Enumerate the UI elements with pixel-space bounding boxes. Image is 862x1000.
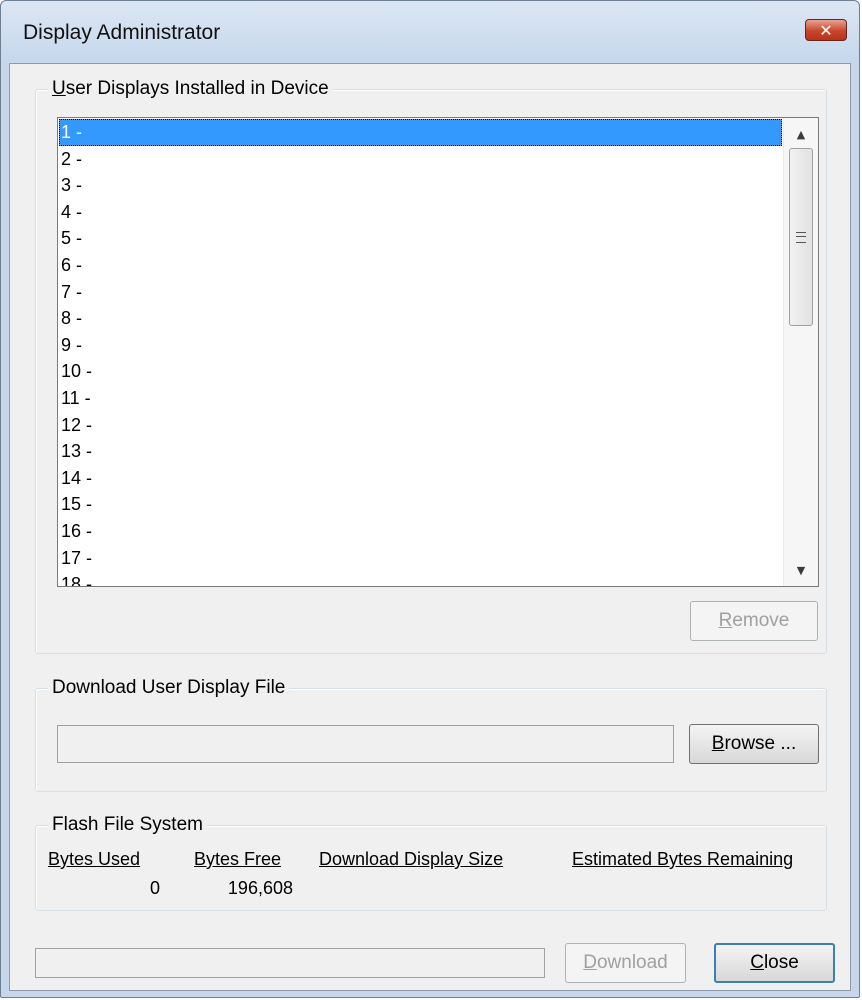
bytes-used-value: 0 — [149, 878, 160, 898]
flash-file-system-group: Flash File System Bytes Used Bytes Free … — [35, 813, 827, 911]
installed-displays-group-label-text: ser Displays Installed in Device — [65, 78, 329, 99]
download-button-label: Download — [583, 952, 668, 973]
download-display-size-header: Download Display Size — [319, 849, 504, 869]
list-item[interactable]: 12 - — [59, 412, 782, 439]
list-item[interactable]: 13 - — [59, 438, 782, 465]
close-icon: ✕ — [819, 20, 833, 40]
scroll-thumb[interactable] — [789, 148, 813, 326]
list-item[interactable]: 15 - — [59, 491, 782, 518]
list-item[interactable]: 18 - — [59, 571, 782, 586]
list-item[interactable]: 9 - — [59, 332, 782, 359]
download-file-group: Download User Display File Browse ... — [35, 676, 827, 792]
installed-displays-listbox[interactable]: 1 -2 -3 -4 -5 -6 -7 -8 -9 -10 -11 -12 -1… — [57, 117, 819, 587]
remove-button[interactable]: Remove — [690, 601, 818, 641]
installed-displays-list: 1 -2 -3 -4 -5 -6 -7 -8 -9 -10 -11 -12 -1… — [59, 119, 782, 586]
list-item[interactable]: 3 - — [59, 172, 782, 199]
close-button-label: Close — [750, 952, 799, 973]
flash-file-system-group-label: Flash File System — [48, 813, 207, 837]
list-item[interactable]: 1 - — [59, 119, 782, 146]
mnemonic-u: U — [52, 78, 66, 99]
title-bar[interactable]: Display Administrator ✕ — [1, 1, 859, 63]
bytes-free-header: Bytes Free — [194, 849, 282, 869]
scroll-down-arrow-icon[interactable]: ▼ — [784, 554, 818, 586]
browse-button[interactable]: Browse ... — [689, 724, 819, 764]
list-item[interactable]: 4 - — [59, 199, 782, 226]
list-item[interactable]: 6 - — [59, 252, 782, 279]
remove-button-label: Remove — [718, 610, 790, 631]
browse-button-label: Browse ... — [711, 733, 797, 754]
status-field — [35, 948, 545, 978]
bytes-free-value: 196,608 — [227, 878, 293, 898]
list-item[interactable]: 5 - — [59, 225, 782, 252]
list-item[interactable]: 8 - — [59, 305, 782, 332]
list-item[interactable]: 17 - — [59, 545, 782, 572]
dialog-client-area: User Displays Installed in Device 1 -2 -… — [9, 63, 851, 991]
list-item[interactable]: 10 - — [59, 358, 782, 385]
bytes-used-header: Bytes Used — [48, 849, 141, 869]
close-button[interactable]: Close — [714, 943, 835, 983]
list-item[interactable]: 7 - — [59, 279, 782, 306]
list-item[interactable]: 14 - — [59, 465, 782, 492]
scroll-up-arrow-icon[interactable]: ▲ — [784, 118, 818, 150]
scroll-grip-icon — [796, 231, 806, 243]
dialog-window: Display Administrator ✕ User Displays In… — [0, 0, 860, 998]
installed-displays-group-label: User Displays Installed in Device — [48, 77, 333, 101]
installed-displays-group: User Displays Installed in Device 1 -2 -… — [35, 77, 827, 654]
estimated-bytes-remaining-header: Estimated Bytes Remaining — [572, 849, 794, 869]
list-item[interactable]: 2 - — [59, 146, 782, 173]
close-window-button[interactable]: ✕ — [805, 19, 847, 41]
list-item[interactable]: 16 - — [59, 518, 782, 545]
window-title: Display Administrator — [23, 21, 221, 44]
list-item[interactable]: 11 - — [59, 385, 782, 412]
vertical-scrollbar[interactable]: ▲ ▼ — [783, 118, 818, 586]
download-file-group-label: Download User Display File — [48, 676, 290, 700]
download-button[interactable]: Download — [565, 943, 686, 983]
file-path-field[interactable] — [57, 725, 674, 763]
